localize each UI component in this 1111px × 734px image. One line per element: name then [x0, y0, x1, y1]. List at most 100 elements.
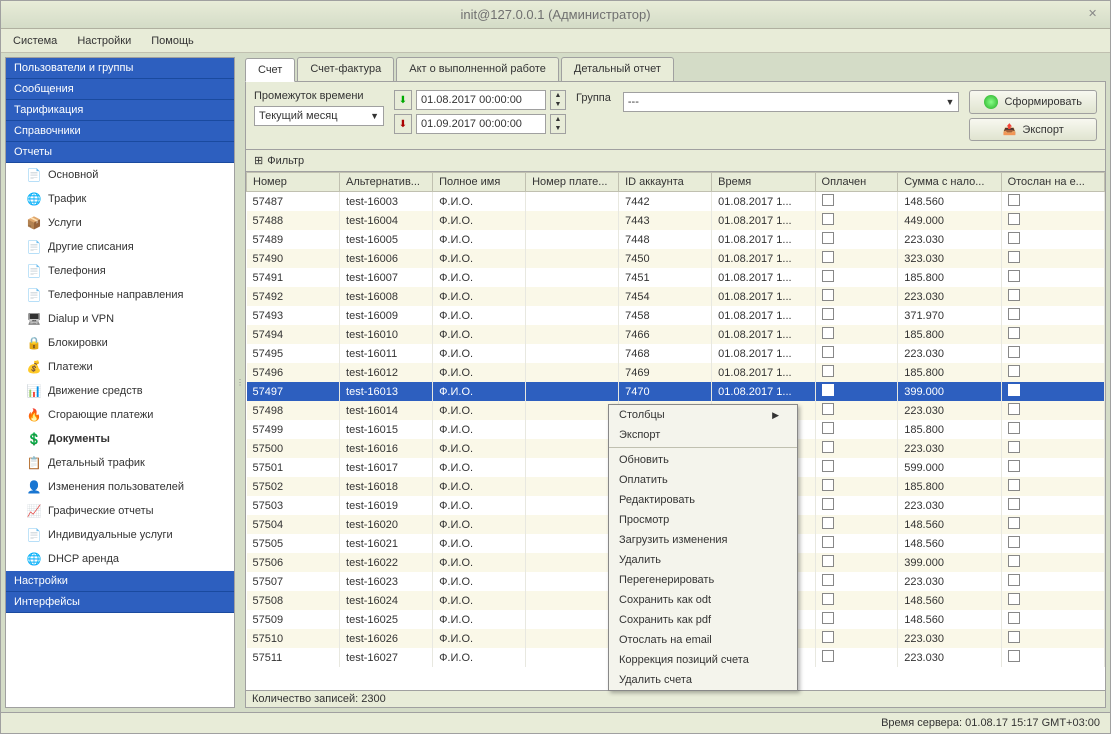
checkbox[interactable] — [822, 498, 834, 510]
tab[interactable]: Счет-фактура — [297, 57, 394, 81]
checkbox[interactable] — [1008, 536, 1020, 548]
close-icon[interactable]: ✕ — [1088, 7, 1104, 23]
sidebar-item[interactable]: 📋Детальный трафик — [6, 451, 234, 475]
tab[interactable]: Счет — [245, 58, 295, 82]
tab[interactable]: Детальный отчет — [561, 57, 674, 81]
table-row[interactable]: 57495test-16011Ф.И.О.746801.08.2017 1...… — [247, 344, 1105, 363]
column-header[interactable]: Оплачен — [815, 173, 898, 192]
context-menu-item[interactable]: Столбцы▶ — [609, 405, 797, 425]
sidebar-section[interactable]: Тарификация — [6, 100, 234, 121]
sidebar-section-reports[interactable]: Отчеты — [6, 142, 234, 163]
context-menu-item[interactable]: Сохранить как pdf — [609, 610, 797, 630]
sidebar-item[interactable]: 💰Платежи — [6, 355, 234, 379]
sidebar-item[interactable]: 🌐Трафик — [6, 187, 234, 211]
table-row[interactable]: 57493test-16009Ф.И.О.745801.08.2017 1...… — [247, 306, 1105, 325]
sidebar-item[interactable]: 📄Основной — [6, 163, 234, 187]
sidebar-section[interactable]: Пользователи и группы — [6, 58, 234, 79]
sidebar-item[interactable]: 👤Изменения пользователей — [6, 475, 234, 499]
checkbox[interactable] — [1008, 460, 1020, 472]
date-from-picker-icon[interactable]: ⬇ — [394, 90, 412, 110]
context-menu-item[interactable]: Просмотр — [609, 510, 797, 530]
checkbox[interactable] — [822, 536, 834, 548]
context-menu-item[interactable]: Отослать на email — [609, 630, 797, 650]
checkbox[interactable] — [822, 403, 834, 415]
sidebar-item[interactable]: 🌐DHCP аренда — [6, 547, 234, 571]
checkbox[interactable] — [1008, 631, 1020, 643]
table-row[interactable]: 57491test-16007Ф.И.О.745101.08.2017 1...… — [247, 268, 1105, 287]
sidebar-section[interactable]: Интерфейсы — [6, 592, 234, 613]
export-button[interactable]: 📤 Экспорт — [969, 118, 1097, 141]
sidebar-item[interactable]: 📦Услуги — [6, 211, 234, 235]
table-row[interactable]: 57492test-16008Ф.И.О.745401.08.2017 1...… — [247, 287, 1105, 306]
splitter[interactable]: ⋮ — [237, 53, 243, 712]
checkbox[interactable] — [822, 251, 834, 263]
sidebar-section[interactable]: Справочники — [6, 121, 234, 142]
sidebar-section[interactable]: Сообщения — [6, 79, 234, 100]
checkbox[interactable] — [1008, 365, 1020, 377]
checkbox[interactable] — [1008, 384, 1020, 396]
column-header[interactable]: Время — [712, 173, 815, 192]
column-header[interactable]: Отослан на е... — [1001, 173, 1104, 192]
checkbox[interactable] — [822, 232, 834, 244]
checkbox[interactable] — [822, 650, 834, 662]
sidebar-section[interactable]: Настройки — [6, 571, 234, 592]
checkbox[interactable] — [822, 422, 834, 434]
checkbox[interactable] — [822, 289, 834, 301]
checkbox[interactable] — [1008, 555, 1020, 567]
checkbox[interactable] — [822, 555, 834, 567]
sidebar-item[interactable]: 📄Другие списания — [6, 235, 234, 259]
generate-button[interactable]: Сформировать — [969, 90, 1097, 114]
sidebar-item[interactable]: 📄Телефонные направления — [6, 283, 234, 307]
date-from-input[interactable]: 01.08.2017 00:00:00 — [416, 90, 546, 110]
checkbox[interactable] — [822, 441, 834, 453]
checkbox[interactable] — [822, 308, 834, 320]
sidebar-item[interactable]: 💲Документы — [6, 427, 234, 451]
context-menu-item[interactable]: Обновить — [609, 450, 797, 470]
checkbox[interactable] — [1008, 650, 1020, 662]
checkbox[interactable] — [1008, 289, 1020, 301]
checkbox[interactable] — [822, 479, 834, 491]
context-menu-item[interactable]: Экспорт — [609, 425, 797, 445]
sidebar-item[interactable]: 📊Движение средств — [6, 379, 234, 403]
checkbox[interactable] — [1008, 574, 1020, 586]
column-header[interactable]: Полное имя — [433, 173, 526, 192]
context-menu-item[interactable]: Сохранить как odt — [609, 590, 797, 610]
checkbox[interactable] — [1008, 593, 1020, 605]
column-header[interactable]: Номер плате... — [526, 173, 619, 192]
checkbox[interactable] — [822, 346, 834, 358]
table-row[interactable]: 57490test-16006Ф.И.О.745001.08.2017 1...… — [247, 249, 1105, 268]
context-menu-item[interactable]: Загрузить изменения — [609, 530, 797, 550]
date-to-input[interactable]: 01.09.2017 00:00:00 — [416, 114, 546, 134]
filter-toggle[interactable]: ⊞ Фильтр — [254, 154, 1097, 167]
checkbox[interactable] — [822, 631, 834, 643]
checkbox[interactable] — [822, 574, 834, 586]
column-header[interactable]: Альтернатив... — [340, 173, 433, 192]
checkbox[interactable] — [1008, 213, 1020, 225]
checkbox[interactable] — [1008, 194, 1020, 206]
table-row[interactable]: 57496test-16012Ф.И.О.746901.08.2017 1...… — [247, 363, 1105, 382]
column-header[interactable]: ID аккаунта — [619, 173, 712, 192]
sidebar-item[interactable]: 🖥Dialup и VPN — [6, 307, 234, 331]
menu-system[interactable]: Система — [5, 32, 65, 50]
table-row[interactable]: 57488test-16004Ф.И.О.744301.08.2017 1...… — [247, 211, 1105, 230]
sidebar-item[interactable]: 📈Графические отчеты — [6, 499, 234, 523]
column-header[interactable]: Номер — [247, 173, 340, 192]
checkbox[interactable] — [822, 365, 834, 377]
checkbox[interactable] — [1008, 270, 1020, 282]
context-menu-item[interactable]: Редактировать — [609, 490, 797, 510]
checkbox[interactable] — [1008, 346, 1020, 358]
context-menu-item[interactable]: Удалить — [609, 550, 797, 570]
sidebar-item[interactable]: 🔒Блокировки — [6, 331, 234, 355]
group-select[interactable]: --- ▼ — [623, 92, 960, 112]
checkbox[interactable] — [1008, 441, 1020, 453]
date-to-spinner[interactable]: ▲▼ — [550, 114, 566, 134]
sidebar-item[interactable]: 📄Индивидуальные услуги — [6, 523, 234, 547]
checkbox[interactable] — [822, 270, 834, 282]
checkbox[interactable] — [1008, 612, 1020, 624]
checkbox[interactable] — [822, 460, 834, 472]
tab[interactable]: Акт о выполненной работе — [396, 57, 559, 81]
checkbox[interactable] — [822, 593, 834, 605]
date-to-picker-icon[interactable]: ⬇ — [394, 114, 412, 134]
checkbox[interactable] — [1008, 422, 1020, 434]
checkbox[interactable] — [1008, 517, 1020, 529]
